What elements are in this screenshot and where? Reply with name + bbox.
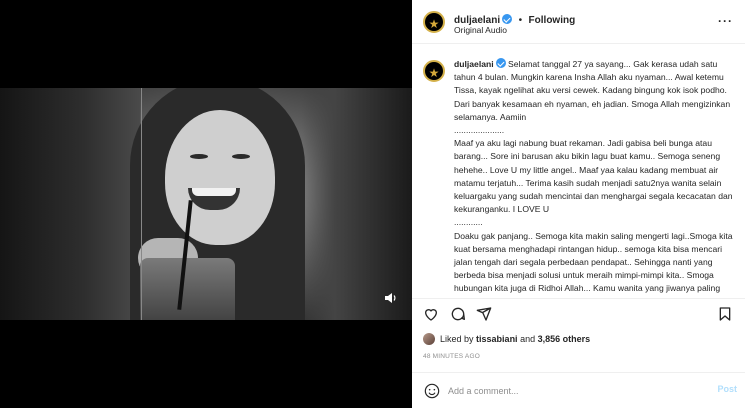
caption-text: Selamat tanggal 27 ya sayang... Gak kera… [454,59,733,298]
video-subject-eye [190,154,208,159]
video-subject-teeth [192,188,236,196]
add-comment-bar: Post [412,372,745,408]
save-icon[interactable] [717,306,733,322]
verified-icon [502,14,513,24]
avatar[interactable]: ★ [423,60,445,82]
avatar-star-icon: ★ [428,66,440,80]
heart-icon[interactable] [423,306,439,322]
share-icon[interactable] [476,306,492,322]
following-button[interactable]: Following [529,15,576,26]
video-divider-line [141,88,142,320]
post-button[interactable]: Post [717,384,737,394]
post-details-panel: ★ duljaelani • Following Original Audio … [412,0,745,408]
comments-section[interactable]: ★ duljaelani Selamat tanggal 27 ya sayan… [412,45,745,298]
avatar-star-icon: ★ [428,17,440,31]
caption: duljaelani Selamat tanggal 27 ya sayang.… [454,58,736,298]
video-background-right [302,88,412,320]
separator-dot: • [518,15,523,26]
action-bar [412,298,745,328]
comment-input[interactable] [448,382,698,400]
ellipsis-icon[interactable]: ··· [718,14,733,28]
avatar[interactable]: ★ [423,11,445,33]
video-background-left [0,88,140,320]
likes-prefix: Liked by [440,334,474,344]
caption-username-link[interactable]: duljaelani [454,59,494,69]
video-subject-face [165,110,275,245]
post-timestamp[interactable]: 48 MINUTES AGO [423,353,480,360]
volume-icon[interactable] [384,292,398,304]
likes-others-link[interactable]: 3,856 others [538,334,591,344]
media-area [0,0,412,408]
video-player[interactable] [0,88,412,320]
comment-icon[interactable] [450,306,466,322]
verified-icon [495,58,506,68]
video-subject-eye [232,154,250,159]
likes-summary: Liked by tissabiani and 3,856 others [423,333,590,345]
post-header: ★ duljaelani • Following Original Audio … [412,0,745,44]
liker-avatar[interactable] [423,333,435,345]
audio-link[interactable]: Original Audio [454,25,507,35]
video-subject-cup [140,258,235,320]
liker-username-link[interactable]: tissabiani [476,334,518,344]
emoji-icon[interactable] [424,383,440,399]
likes-conjunction: and [520,334,536,344]
